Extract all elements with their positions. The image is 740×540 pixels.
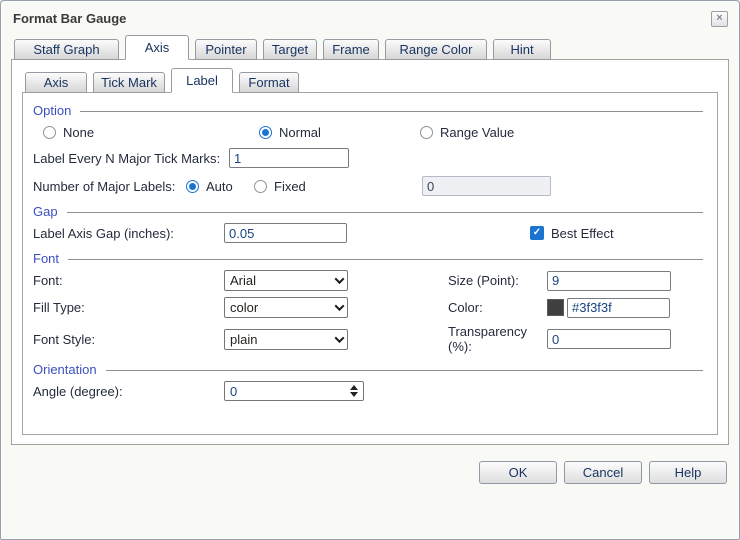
best-effect-checkbox-group[interactable]: ✓ Best Effect xyxy=(530,226,614,241)
label-subtab-panel: Option None Normal Range Value Label Eve… xyxy=(22,92,718,435)
transparency-input[interactable] xyxy=(547,329,671,349)
radio-range-value-icon[interactable] xyxy=(420,126,433,139)
fill-type-select[interactable]: color xyxy=(224,297,348,318)
size-label: Size (Point): xyxy=(448,273,547,288)
label-every-label: Label Every N Major Tick Marks: xyxy=(33,151,229,166)
radio-auto[interactable]: Auto xyxy=(186,179,254,194)
fill-type-row: Fill Type: color Color: xyxy=(33,297,705,318)
radio-fixed-icon[interactable] xyxy=(254,180,267,193)
font-style-select[interactable]: plain xyxy=(224,329,348,350)
subtab-format[interactable]: Format xyxy=(239,72,299,93)
tab-staff-graph[interactable]: Staff Graph xyxy=(14,39,119,60)
font-select[interactable]: Arial xyxy=(224,270,348,291)
num-major-label: Number of Major Labels: xyxy=(33,179,186,194)
transparency-label: Transparency (%): xyxy=(448,324,547,354)
check-icon: ✓ xyxy=(533,227,541,238)
radio-none-icon[interactable] xyxy=(43,126,56,139)
separator-line xyxy=(68,259,703,260)
fixed-count-input xyxy=(422,176,551,196)
tab-range-color[interactable]: Range Color xyxy=(385,39,487,60)
best-effect-checkbox[interactable]: ✓ xyxy=(530,226,544,240)
color-label: Color: xyxy=(448,300,547,315)
axis-gap-label: Label Axis Gap (inches): xyxy=(33,226,224,241)
tab-frame[interactable]: Frame xyxy=(323,39,379,60)
chevron-down-icon xyxy=(331,277,347,284)
best-effect-label: Best Effect xyxy=(551,226,614,241)
tab-hint[interactable]: Hint xyxy=(493,39,551,60)
spinner-up-icon[interactable] xyxy=(350,385,358,390)
axis-gap-input[interactable] xyxy=(224,223,347,243)
cancel-button[interactable]: Cancel xyxy=(564,461,642,484)
subtab-tick-mark[interactable]: Tick Mark xyxy=(93,72,165,93)
angle-row: Angle (degree): 0 xyxy=(33,381,705,401)
radio-fixed[interactable]: Fixed xyxy=(254,179,324,194)
font-row: Font: Arial Size (Point): xyxy=(33,270,705,291)
fill-type-label: Fill Type: xyxy=(33,300,224,315)
spinner-buttons xyxy=(345,382,363,400)
footer-button-bar: OK Cancel Help xyxy=(1,461,727,484)
radio-none[interactable]: None xyxy=(33,125,259,140)
gap-section-header: Gap xyxy=(33,204,705,219)
font-style-row: Font Style: plain Transparency (%): xyxy=(33,324,705,354)
spinner-down-icon[interactable] xyxy=(350,392,358,397)
primary-tab-row: Staff Graph Axis Pointer Target Frame Ra… xyxy=(11,35,729,60)
ok-button[interactable]: OK xyxy=(479,461,557,484)
font-section-header: Font xyxy=(33,251,705,266)
option-radio-row: None Normal Range Value xyxy=(33,122,705,142)
color-input[interactable] xyxy=(567,298,670,318)
option-section-header: Option xyxy=(33,103,705,118)
radio-auto-icon[interactable] xyxy=(186,180,199,193)
help-button[interactable]: Help xyxy=(649,461,727,484)
label-every-input[interactable] xyxy=(229,148,349,168)
separator-line xyxy=(106,370,703,371)
separator-line xyxy=(67,212,703,213)
tab-pointer[interactable]: Pointer xyxy=(195,39,257,60)
size-input[interactable] xyxy=(547,271,671,291)
close-icon[interactable]: × xyxy=(711,11,728,27)
axis-gap-row: Label Axis Gap (inches): ✓ Best Effect xyxy=(33,223,705,243)
chevron-down-icon xyxy=(331,336,347,343)
separator-line xyxy=(80,111,703,112)
dialog-title: Format Bar Gauge xyxy=(13,11,126,26)
radio-range-value[interactable]: Range Value xyxy=(420,125,514,140)
format-bar-gauge-dialog: Format Bar Gauge × Staff Graph Axis Poin… xyxy=(0,0,740,540)
num-major-row: Number of Major Labels: Auto Fixed xyxy=(33,176,705,196)
label-every-row: Label Every N Major Tick Marks: xyxy=(33,148,705,168)
tab-target[interactable]: Target xyxy=(263,39,317,60)
font-style-label: Font Style: xyxy=(33,332,224,347)
angle-label: Angle (degree): xyxy=(33,384,224,399)
axis-tab-panel: Axis Tick Mark Label Format Option None … xyxy=(11,59,729,445)
secondary-tab-row: Axis Tick Mark Label Format xyxy=(22,68,728,93)
tab-axis[interactable]: Axis xyxy=(125,35,189,60)
dialog-titlebar: Format Bar Gauge xyxy=(1,1,739,35)
orientation-section-header: Orientation xyxy=(33,362,705,377)
font-label: Font: xyxy=(33,273,224,288)
radio-normal[interactable]: Normal xyxy=(259,125,420,140)
radio-normal-icon[interactable] xyxy=(259,126,272,139)
color-swatch[interactable] xyxy=(547,299,564,316)
angle-spinner[interactable]: 0 xyxy=(224,381,364,401)
chevron-down-icon xyxy=(331,304,347,311)
angle-value[interactable]: 0 xyxy=(225,384,345,399)
subtab-label[interactable]: Label xyxy=(171,68,233,93)
subtab-axis[interactable]: Axis xyxy=(25,72,87,93)
